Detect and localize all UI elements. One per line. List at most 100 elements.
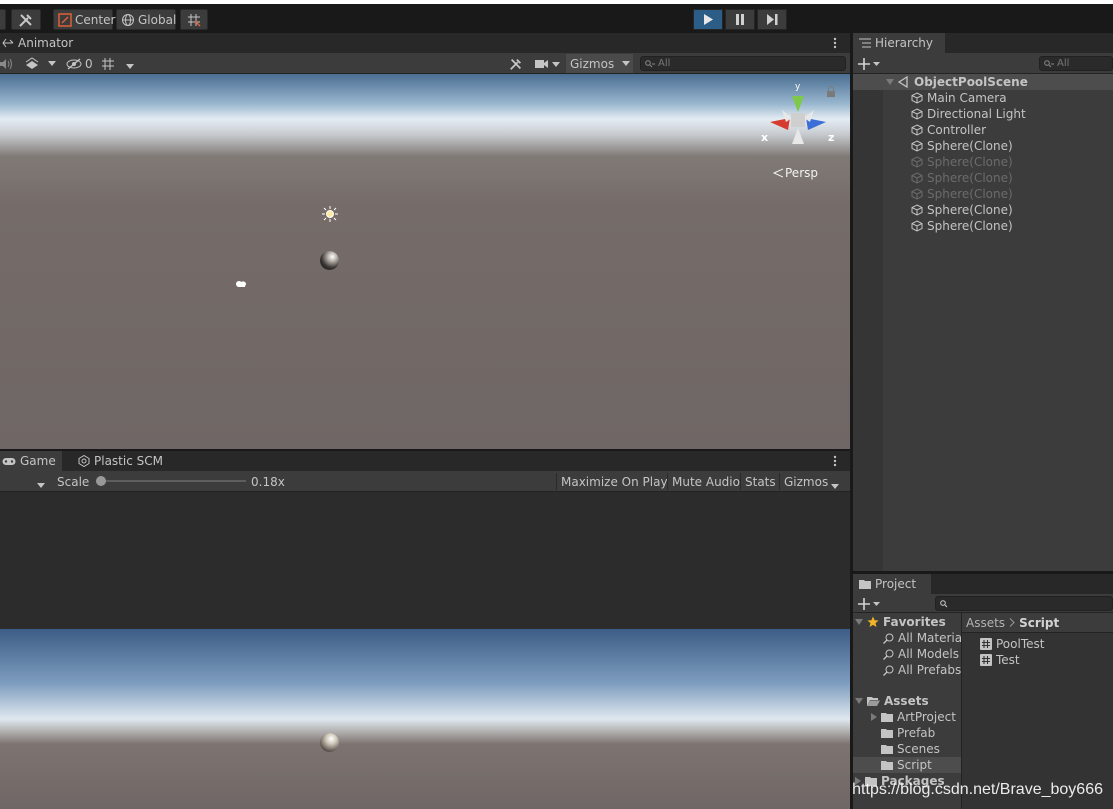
project-add-button[interactable] — [858, 595, 880, 612]
hierarchy-item[interactable]: Controller — [911, 122, 986, 138]
tools-button[interactable] — [11, 9, 41, 30]
camera-settings-icon[interactable] — [535, 55, 561, 72]
projection-toggle[interactable]: Persp — [773, 166, 818, 180]
favorites-item[interactable]: All Materia — [883, 630, 961, 646]
axis-z-label: z — [828, 131, 835, 144]
gameobject-cube-icon — [911, 220, 923, 232]
script-file-item[interactable]: PoolTest — [980, 636, 1044, 652]
watermark-text: https://blog.csdn.net/Brave_boy666 — [852, 781, 1103, 798]
scene-panel-menu-icon[interactable] — [832, 36, 838, 50]
scene-root-row[interactable]: ObjectPoolScene — [886, 74, 1028, 90]
scene-search-input[interactable]: All — [640, 56, 846, 71]
sphere-object[interactable] — [320, 251, 339, 270]
hidden-objects-toggle[interactable]: 0 — [66, 55, 93, 72]
effects-toggle-icon[interactable] — [24, 55, 40, 72]
gizmos-dropdown-icon[interactable] — [618, 54, 633, 73]
snap-grid-button[interactable] — [180, 9, 208, 30]
audio-toggle-icon[interactable] — [0, 55, 14, 72]
folder-icon — [881, 712, 893, 722]
stats-button[interactable]: Stats — [740, 473, 776, 490]
search-icon — [883, 649, 894, 660]
hidden-count: 0 — [85, 56, 93, 71]
gizmos-button[interactable]: Gizmos — [566, 54, 619, 73]
project-folder-tree: Favorites All Materia All Models All Prefa… — [853, 613, 961, 809]
folder-icon — [881, 728, 893, 738]
assets-header[interactable]: Assets — [855, 693, 929, 709]
hierarchy-item[interactable]: Sphere(Clone) — [911, 170, 1013, 186]
scale-slider-thumb[interactable] — [96, 476, 106, 486]
project-files-pane: Assets Script PoolTest Test — [962, 613, 1113, 809]
hierarchy-add-button[interactable] — [858, 55, 880, 72]
folder-item[interactable]: Prefab — [871, 725, 935, 741]
step-button[interactable] — [757, 9, 787, 30]
light-gizmo-icon[interactable] — [322, 206, 338, 222]
game-sphere — [320, 733, 339, 752]
breadcrumb-current[interactable]: Script — [1019, 616, 1059, 630]
hierarchy-item[interactable]: Sphere(Clone) — [911, 202, 1013, 218]
scale-slider[interactable] — [96, 476, 246, 486]
expand-arrow-icon — [886, 79, 894, 85]
favorites-item[interactable]: All Models — [883, 646, 959, 662]
grid-dropdown-icon[interactable] — [126, 55, 134, 72]
pivot-global-button[interactable]: Global — [116, 9, 176, 30]
favorites-header[interactable]: Favorites — [855, 614, 946, 630]
hierarchy-item[interactable]: Sphere(Clone) — [911, 154, 1013, 170]
toolbar-edge-button[interactable] — [0, 9, 6, 30]
mute-audio-button[interactable]: Mute Audio — [667, 473, 740, 490]
folder-expand-icon — [871, 713, 877, 721]
hierarchy-search-input[interactable]: All — [1039, 56, 1113, 71]
breadcrumb-root[interactable]: Assets — [966, 616, 1005, 630]
favorites-item-label: All Materia — [898, 631, 961, 645]
hierarchy-item-label: Controller — [927, 123, 987, 137]
scale-slider-track — [96, 480, 246, 482]
folder-item[interactable]: ArtProject — [871, 709, 956, 725]
assets-label: Assets — [884, 694, 929, 708]
gameobject-cube-icon — [911, 92, 923, 104]
folder-item-label: Script — [897, 758, 932, 772]
pivot-center-button[interactable]: Center — [53, 9, 115, 30]
hierarchy-item[interactable]: Sphere(Clone) — [911, 186, 1013, 202]
tab-project[interactable]: Project — [853, 574, 931, 594]
effects-dropdown-icon[interactable] — [48, 55, 56, 72]
script-file-label: Test — [996, 653, 1020, 667]
game-view[interactable] — [0, 629, 850, 809]
game-panel-menu-icon[interactable] — [832, 454, 838, 468]
mute-audio-label: Mute Audio — [672, 474, 740, 489]
pause-button[interactable] — [725, 9, 755, 30]
search-icon — [883, 633, 894, 644]
game-gizmos-button[interactable]: Gizmos — [779, 473, 828, 490]
folder-item-label: Scenes — [897, 742, 940, 756]
project-search-input[interactable] — [935, 596, 1113, 611]
hierarchy-item[interactable]: Sphere(Clone) — [911, 218, 1013, 234]
hierarchy-item[interactable]: Directional Light — [911, 106, 1026, 122]
hierarchy-list-icon — [859, 38, 871, 48]
hierarchy-item-label: Main Camera — [927, 91, 1007, 105]
unity-scene-icon — [898, 76, 910, 88]
folder-item[interactable]: Script — [853, 757, 961, 773]
scene-tab-bar: Animator — [0, 33, 850, 53]
tab-game[interactable]: Game — [0, 451, 62, 471]
project-breadcrumb: Assets Script — [962, 613, 1113, 633]
play-button[interactable] — [693, 9, 723, 30]
tab-hierarchy[interactable]: Hierarchy — [853, 33, 945, 53]
tab-animator[interactable]: Animator — [0, 33, 79, 53]
grid-toggle-icon[interactable] — [101, 55, 115, 72]
game-gizmos-label: Gizmos — [784, 474, 829, 489]
gameobject-cube-icon — [911, 140, 923, 152]
chevron-right-icon — [1009, 618, 1015, 627]
orientation-gizmo[interactable]: x z y — [760, 82, 836, 154]
camera-gizmo-icon[interactable] — [234, 278, 248, 290]
gameobject-cube-icon — [911, 124, 923, 136]
hierarchy-item-label: Sphere(Clone) — [927, 187, 1013, 201]
gameobject-cube-icon — [911, 108, 923, 120]
hierarchy-gutter — [853, 74, 883, 571]
hierarchy-item[interactable]: Main Camera — [911, 90, 1007, 106]
script-file-item[interactable]: Test — [980, 652, 1020, 668]
hierarchy-item[interactable]: Sphere(Clone) — [911, 138, 1013, 154]
maximize-on-play-button[interactable]: Maximize On Play — [556, 473, 668, 490]
folder-item[interactable]: Scenes — [871, 741, 940, 757]
scene-view[interactable]: x z y Persp — [0, 74, 850, 449]
favorites-item[interactable]: All Prefabs — [883, 662, 961, 678]
scene-tools-icon[interactable] — [509, 55, 523, 72]
tab-plastic-scm[interactable]: Plastic SCM — [72, 451, 169, 471]
